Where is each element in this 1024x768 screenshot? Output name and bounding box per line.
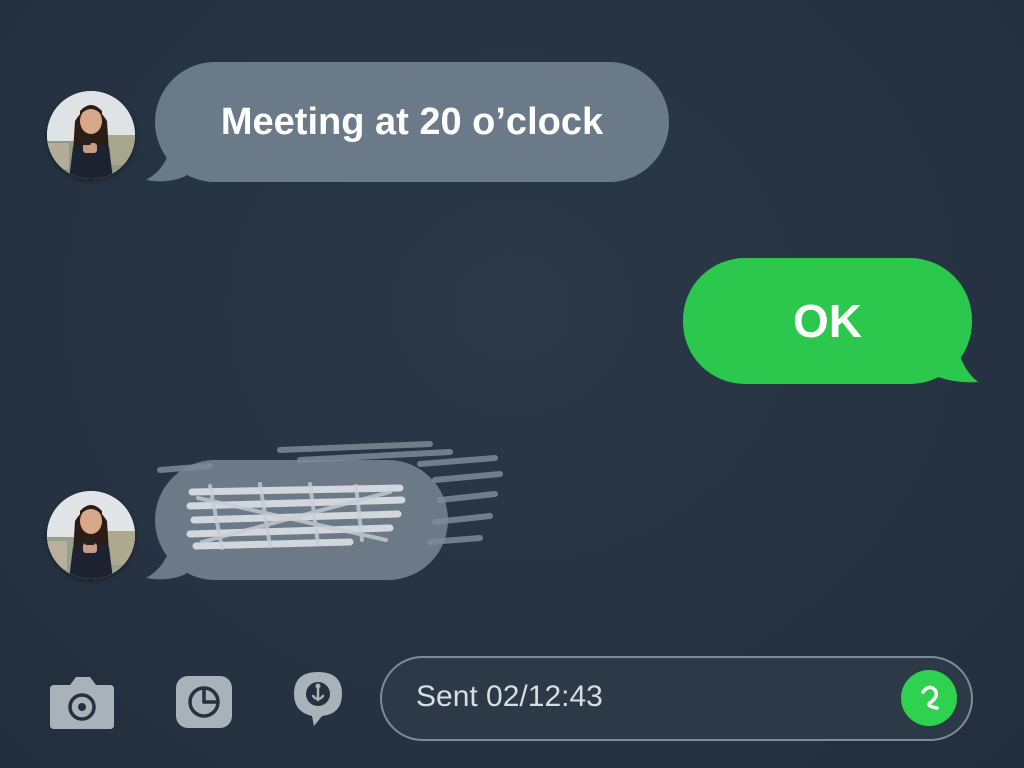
redacted-scribble (157, 441, 503, 550)
sticker-button[interactable] (172, 672, 236, 732)
chat-screen: Meeting at 20 o’clock OK Sent 02/12:43 (0, 0, 1024, 768)
contact-avatar[interactable] (47, 91, 135, 179)
send-button[interactable] (901, 670, 957, 726)
contact-avatar[interactable] (47, 491, 135, 579)
camera-button[interactable] (48, 675, 116, 731)
incoming-message-bubble[interactable]: Meeting at 20 o’clock (155, 62, 669, 182)
voice-message-button[interactable] (290, 668, 346, 728)
voice-message-icon (294, 672, 342, 726)
person-photo-icon (47, 91, 135, 179)
message-input[interactable]: Sent 02/12:43 (380, 656, 973, 741)
send-icon (921, 685, 939, 710)
sticker-icon (176, 676, 232, 728)
message-text: OK (793, 295, 862, 347)
outgoing-message-bubble[interactable]: OK (683, 258, 972, 384)
message-text: Meeting at 20 o’clock (220, 100, 604, 143)
message-input-text[interactable]: Sent 02/12:43 (416, 680, 603, 714)
person-photo-icon (47, 491, 135, 579)
camera-icon (50, 677, 114, 729)
